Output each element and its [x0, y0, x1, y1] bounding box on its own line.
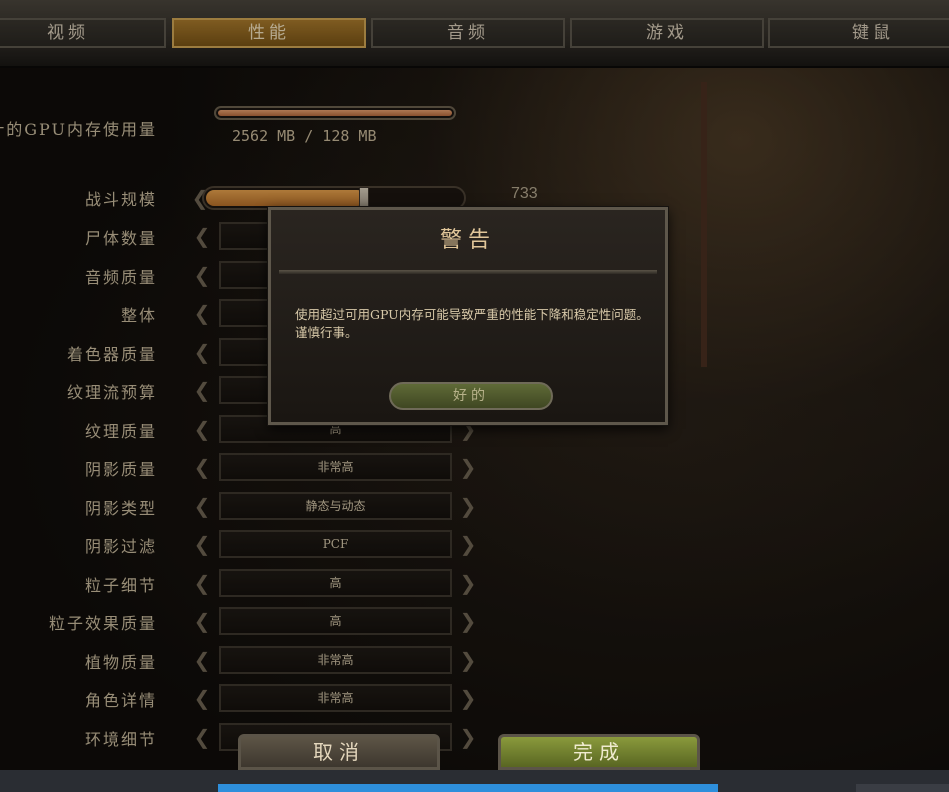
taskbar-active-item[interactable] [218, 784, 718, 792]
done-button[interactable]: 完成 [498, 734, 700, 770]
dialog-title: 警告 [439, 228, 496, 253]
taskbar-tray [856, 784, 949, 792]
warning-dialog: 警告 使用超过可用GPU内存可能导致严重的性能下降和稳定性问题。 谨慎行事。 好… [268, 207, 668, 425]
dialog-divider [279, 270, 657, 274]
cancel-button[interactable]: 取消 [238, 734, 440, 770]
dialog-message-line1: 使用超过可用GPU内存可能导致严重的性能下降和稳定性问题。 [295, 307, 649, 322]
dialog-message: 使用超过可用GPU内存可能导致严重的性能下降和稳定性问题。 谨慎行事。 [295, 306, 755, 342]
dialog-message-line2: 谨慎行事。 [295, 325, 358, 340]
ok-button[interactable]: 好的 [389, 382, 553, 410]
